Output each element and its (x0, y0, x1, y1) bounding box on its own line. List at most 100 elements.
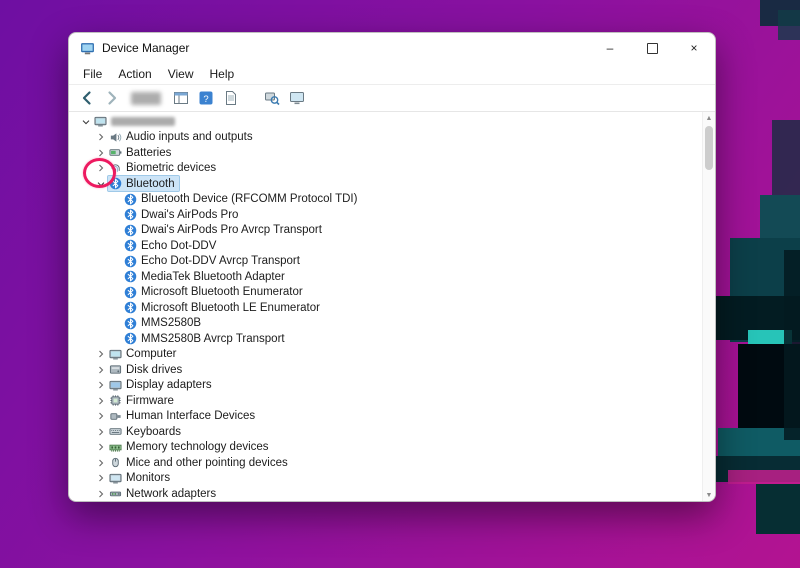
tree-item-content[interactable]: Audio inputs and outputs (108, 130, 257, 145)
tree-item-display-adapters[interactable]: Display adapters (69, 378, 703, 394)
tree-item-disk-drives[interactable]: Disk drives (69, 362, 703, 378)
tree-item-content[interactable]: Microsoft Bluetooth Enumerator (123, 285, 307, 300)
tree-item-microsoft-bluetooth-le-enumerator[interactable]: Microsoft Bluetooth LE Enumerator (69, 300, 703, 316)
tree-item-content[interactable]: Batteries (108, 145, 175, 160)
chevron-right-icon[interactable] (94, 412, 108, 420)
tree-item-biometric-devices[interactable]: Biometric devices (69, 161, 703, 177)
display-icon (109, 379, 122, 392)
tree-item-content[interactable]: Monitors (108, 471, 174, 486)
tree-item-content[interactable]: Microsoft Bluetooth LE Enumerator (123, 300, 324, 315)
chevron-right-icon[interactable] (94, 381, 108, 389)
bluetooth-icon (124, 286, 137, 299)
chevron-right-icon[interactable] (94, 164, 108, 172)
tree-item-content[interactable]: Bluetooth (108, 176, 179, 191)
tree-item-batteries[interactable]: Batteries (69, 145, 703, 161)
close-button[interactable]: × (673, 33, 715, 63)
monitor-toolbar-icon[interactable] (287, 89, 306, 108)
tree-item-dwai-s-airpods-pro-avrcp-transport[interactable]: Dwai's AirPods Pro Avrcp Transport (69, 223, 703, 239)
chevron-right-icon[interactable] (94, 428, 108, 436)
chevron-right-icon[interactable] (94, 149, 108, 157)
back-icon[interactable] (77, 89, 96, 108)
tree-item-mms2580b[interactable]: MMS2580B (69, 316, 703, 332)
tree-item-echo-dot-ddv[interactable]: Echo Dot-DDV (69, 238, 703, 254)
tree-item-label: Network adapters (126, 488, 216, 500)
tree-item-label: Monitors (126, 472, 170, 484)
tree-item-content[interactable]: Dwai's AirPods Pro (123, 207, 242, 222)
chevron-right-icon[interactable] (94, 490, 108, 498)
scrollbar-thumb[interactable] (705, 126, 713, 170)
chevron-right-icon[interactable] (94, 133, 108, 141)
redacted-computer-name (111, 117, 175, 126)
chevron-down-icon[interactable] (94, 180, 108, 188)
bluetooth-icon (124, 332, 137, 345)
mouse-icon (109, 456, 122, 469)
tree-item-microsoft-bluetooth-enumerator[interactable]: Microsoft Bluetooth Enumerator (69, 285, 703, 301)
menu-file[interactable]: File (75, 65, 110, 83)
tree-item-content[interactable]: Mice and other pointing devices (108, 455, 292, 470)
tree-item-bluetooth[interactable]: Bluetooth (69, 176, 703, 192)
forward-icon[interactable] (102, 89, 121, 108)
tree-item-content[interactable]: MMS2580B Avrcp Transport (123, 331, 289, 346)
tree-item-mms2580b-avrcp-transport[interactable]: MMS2580B Avrcp Transport (69, 331, 703, 347)
tree-item-human-interface-devices[interactable]: Human Interface Devices (69, 409, 703, 425)
chevron-down-icon[interactable] (79, 118, 93, 126)
tree-item-content[interactable]: Computer (108, 347, 181, 362)
tree-item-content[interactable]: Memory technology devices (108, 440, 273, 455)
tree-item-content[interactable]: Echo Dot-DDV (123, 238, 220, 253)
tree-item-computer[interactable]: Computer (69, 347, 703, 363)
tree-item-mice-and-other-pointing-devices[interactable]: Mice and other pointing devices (69, 455, 703, 471)
tree-item-content[interactable] (93, 114, 179, 129)
chevron-right-icon[interactable] (94, 397, 108, 405)
tree-item-audio-inputs-and-outputs[interactable]: Audio inputs and outputs (69, 130, 703, 146)
tree-item-content[interactable]: Disk drives (108, 362, 186, 377)
tree-item-mediatek-bluetooth-adapter[interactable]: MediaTek Bluetooth Adapter (69, 269, 703, 285)
menu-action[interactable]: Action (110, 65, 159, 83)
memory-icon (109, 441, 122, 454)
title-bar[interactable]: Device Manager –× (69, 33, 715, 63)
tree-item-content[interactable]: Network adapters (108, 486, 220, 501)
tree-item-label: Audio inputs and outputs (126, 131, 253, 143)
tree-item-content[interactable]: Human Interface Devices (108, 409, 259, 424)
chevron-right-icon[interactable] (94, 350, 108, 358)
tree-item-keyboards[interactable]: Keyboards (69, 424, 703, 440)
document-icon[interactable] (221, 89, 240, 108)
hid-icon (109, 410, 122, 423)
tree-item-firmware[interactable]: Firmware (69, 393, 703, 409)
tree-item-monitors[interactable]: Monitors (69, 471, 703, 487)
help-icon[interactable]: ? (196, 89, 215, 108)
tree-item-content[interactable]: Firmware (108, 393, 178, 408)
menu-view[interactable]: View (160, 65, 202, 83)
scroll-up-icon[interactable]: ▲ (703, 112, 715, 124)
tree-item-label: Human Interface Devices (126, 410, 255, 422)
tree-item-content[interactable]: MediaTek Bluetooth Adapter (123, 269, 289, 284)
tree-item-label: MMS2580B (141, 317, 201, 329)
tree-item-content[interactable]: Display adapters (108, 378, 216, 393)
vertical-scrollbar[interactable]: ▲ ▼ (702, 112, 715, 501)
chevron-right-icon[interactable] (94, 459, 108, 467)
menu-help[interactable]: Help (202, 65, 243, 83)
tree-item-computer-root[interactable] (69, 114, 703, 130)
scan-hardware-icon[interactable] (262, 89, 281, 108)
battery-icon (109, 146, 122, 159)
tree-item-content[interactable]: Bluetooth Device (RFCOMM Protocol TDI) (123, 192, 361, 207)
console-panel-icon[interactable] (171, 89, 190, 108)
network-icon (109, 487, 122, 500)
tree-item-content[interactable]: Biometric devices (108, 161, 220, 176)
bluetooth-icon (124, 270, 137, 283)
maximize-button[interactable] (631, 33, 673, 63)
tree-item-echo-dot-ddv-avrcp-transport[interactable]: Echo Dot-DDV Avrcp Transport (69, 254, 703, 270)
tree-item-network-adapters[interactable]: Network adapters (69, 486, 703, 501)
tree-item-bluetooth-device-rfcomm-protocol-tdi[interactable]: Bluetooth Device (RFCOMM Protocol TDI) (69, 192, 703, 208)
tree-item-content[interactable]: Keyboards (108, 424, 185, 439)
tree-item-content[interactable]: Dwai's AirPods Pro Avrcp Transport (123, 223, 326, 238)
chevron-right-icon[interactable] (94, 474, 108, 482)
chevron-right-icon[interactable] (94, 366, 108, 374)
chevron-right-icon[interactable] (94, 443, 108, 451)
tree-item-content[interactable]: Echo Dot-DDV Avrcp Transport (123, 254, 304, 269)
tree-item-memory-technology-devices[interactable]: Memory technology devices (69, 440, 703, 456)
tree-item-content[interactable]: MMS2580B (123, 316, 205, 331)
tree-item-dwai-s-airpods-pro[interactable]: Dwai's AirPods Pro (69, 207, 703, 223)
scroll-down-icon[interactable]: ▼ (703, 489, 715, 501)
bluetooth-icon (124, 239, 137, 252)
minimize-button[interactable]: – (589, 33, 631, 63)
